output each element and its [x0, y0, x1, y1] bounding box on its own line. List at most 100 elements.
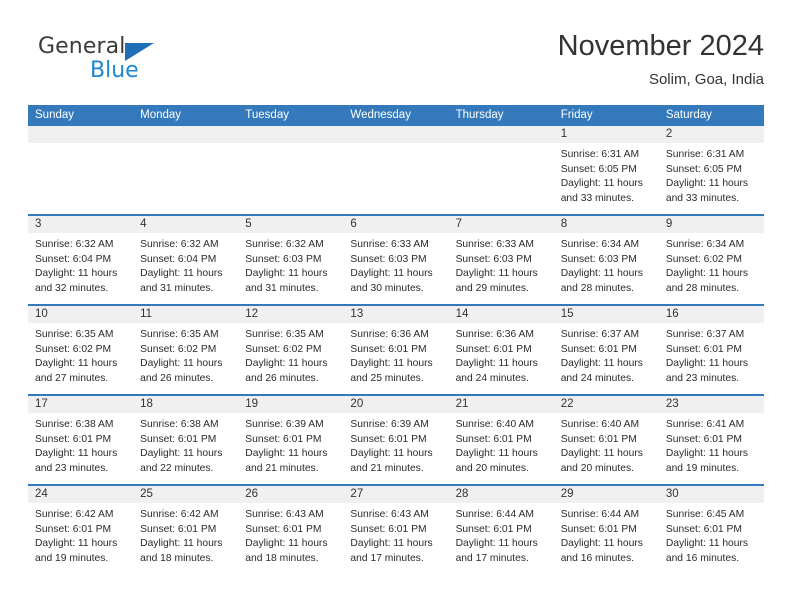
- daylight-text: Daylight: 11 hours and 20 minutes.: [560, 448, 643, 474]
- daylight-text: Daylight: 11 hours and 21 minutes.: [350, 448, 433, 474]
- calendar-day-cell[interactable]: 27 Sunrise: 6:43 AM Sunset: 6:01 PM Dayligh…: [343, 484, 449, 574]
- day-details: Sunrise: 6:36 AM Sunset: 6:01 PM Daylight:…: [343, 323, 448, 386]
- day-details: Sunrise: 6:32 AM Sunset: 6:03 PM Daylight:…: [238, 233, 343, 296]
- calendar-day-cell[interactable]: 22 Sunrise: 6:40 AM Sunset: 6:01 PM Dayligh…: [553, 394, 659, 485]
- day-details: Sunrise: 6:43 AM Sunset: 6:01 PM Daylight:…: [343, 503, 448, 566]
- day-number: 16: [658, 306, 764, 323]
- calendar-day-cell[interactable]: 1 Sunrise: 6:31 AM Sunset: 6:05 PM Daylight…: [553, 126, 659, 215]
- day-details: Sunrise: 6:35 AM Sunset: 6:02 PM Daylight:…: [28, 323, 133, 386]
- calendar-day-cell[interactable]: 10 Sunrise: 6:35 AM Sunset: 6:02 PM Dayligh…: [28, 304, 134, 395]
- day-details: Sunrise: 6:44 AM Sunset: 6:01 PM Daylight:…: [554, 503, 659, 566]
- calendar-day-cell[interactable]: 21 Sunrise: 6:40 AM Sunset: 6:01 PM Dayligh…: [448, 394, 554, 485]
- sunset-text: Sunset: 6:01 PM: [245, 433, 322, 445]
- calendar-empty-cell: [343, 126, 449, 215]
- daylight-text: Daylight: 11 hours and 20 minutes.: [455, 448, 538, 474]
- day-number: [448, 126, 554, 143]
- day-number: 6: [343, 216, 449, 233]
- calendar-day-cell[interactable]: 4 Sunrise: 6:32 AM Sunset: 6:04 PM Daylight…: [133, 214, 239, 305]
- sunset-text: Sunset: 6:01 PM: [35, 523, 112, 535]
- sunrise-text: Sunrise: 6:40 AM: [455, 419, 534, 430]
- sunrise-text: Sunrise: 6:35 AM: [140, 329, 219, 340]
- sunset-text: Sunset: 6:02 PM: [35, 343, 112, 355]
- daylight-text: Daylight: 11 hours and 22 minutes.: [140, 448, 223, 474]
- day-details: Sunrise: 6:33 AM Sunset: 6:03 PM Daylight:…: [449, 233, 554, 296]
- day-details: Sunrise: 6:36 AM Sunset: 6:01 PM Daylight:…: [449, 323, 554, 386]
- day-details: Sunrise: 6:45 AM Sunset: 6:01 PM Daylight:…: [659, 503, 764, 566]
- calendar-day-cell[interactable]: 13 Sunrise: 6:36 AM Sunset: 6:01 PM Dayligh…: [343, 304, 449, 395]
- weekday-header-tuesday: Tuesday: [238, 105, 344, 126]
- calendar-day-cell[interactable]: 28 Sunrise: 6:44 AM Sunset: 6:01 PM Dayligh…: [448, 484, 554, 574]
- logo-text-general: General: [38, 34, 126, 59]
- sunset-text: Sunset: 6:01 PM: [245, 523, 322, 535]
- calendar-day-cell[interactable]: 23 Sunrise: 6:41 AM Sunset: 6:01 PM Dayligh…: [658, 394, 764, 485]
- day-number: 7: [448, 216, 554, 233]
- day-number: [28, 126, 134, 143]
- day-number: [343, 126, 449, 143]
- calendar-day-cell[interactable]: 11 Sunrise: 6:35 AM Sunset: 6:02 PM Dayligh…: [133, 304, 239, 395]
- sunset-text: Sunset: 6:01 PM: [665, 433, 742, 445]
- sunset-text: Sunset: 6:01 PM: [350, 523, 427, 535]
- day-number: 9: [658, 216, 764, 233]
- calendar-week-row: 24 Sunrise: 6:42 AM Sunset: 6:01 PM Dayligh…: [28, 484, 764, 574]
- calendar-day-cell[interactable]: 5 Sunrise: 6:32 AM Sunset: 6:03 PM Daylight…: [238, 214, 344, 305]
- daylight-text: Daylight: 11 hours and 17 minutes.: [350, 538, 433, 564]
- calendar-day-cell[interactable]: 20 Sunrise: 6:39 AM Sunset: 6:01 PM Dayligh…: [343, 394, 449, 485]
- sunset-text: Sunset: 6:01 PM: [455, 433, 532, 445]
- calendar-day-cell[interactable]: 7 Sunrise: 6:33 AM Sunset: 6:03 PM Daylight…: [448, 214, 554, 305]
- calendar-body: 1 Sunrise: 6:31 AM Sunset: 6:05 PM Daylight…: [28, 126, 764, 574]
- day-details: Sunrise: 6:39 AM Sunset: 6:01 PM Daylight:…: [343, 413, 448, 476]
- day-details: Sunrise: 6:35 AM Sunset: 6:02 PM Daylight:…: [238, 323, 343, 386]
- day-details: Sunrise: 6:40 AM Sunset: 6:01 PM Daylight:…: [449, 413, 554, 476]
- sunset-text: Sunset: 6:01 PM: [350, 433, 427, 445]
- day-number: 13: [343, 306, 449, 323]
- sunset-text: Sunset: 6:01 PM: [140, 523, 217, 535]
- calendar-day-cell[interactable]: 16 Sunrise: 6:37 AM Sunset: 6:01 PM Dayligh…: [658, 304, 764, 395]
- sunset-text: Sunset: 6:02 PM: [665, 253, 742, 265]
- calendar-day-cell[interactable]: 9 Sunrise: 6:34 AM Sunset: 6:02 PM Daylight…: [658, 214, 764, 305]
- sunset-text: Sunset: 6:04 PM: [35, 253, 112, 265]
- calendar-day-cell[interactable]: 17 Sunrise: 6:38 AM Sunset: 6:01 PM Dayligh…: [28, 394, 134, 485]
- sunrise-text: Sunrise: 6:39 AM: [245, 419, 324, 430]
- logo-text-blue: Blue: [90, 58, 139, 83]
- calendar-day-cell[interactable]: 2 Sunrise: 6:31 AM Sunset: 6:05 PM Daylight…: [658, 126, 764, 215]
- sunrise-text: Sunrise: 6:43 AM: [350, 509, 429, 520]
- sunrise-text: Sunrise: 6:34 AM: [665, 239, 745, 250]
- general-blue-logo[interactable]: General Blue: [28, 34, 268, 90]
- calendar-day-cell[interactable]: 14 Sunrise: 6:36 AM Sunset: 6:01 PM Dayligh…: [448, 304, 554, 395]
- calendar-day-cell[interactable]: 24 Sunrise: 6:42 AM Sunset: 6:01 PM Dayligh…: [28, 484, 134, 574]
- daylight-text: Daylight: 11 hours and 21 minutes.: [245, 448, 328, 474]
- daylight-text: Daylight: 11 hours and 24 minutes.: [560, 358, 643, 384]
- day-number: [133, 126, 239, 143]
- weekday-header-friday: Friday: [553, 105, 659, 126]
- daylight-text: Daylight: 11 hours and 28 minutes.: [665, 268, 749, 294]
- sunrise-text: Sunrise: 6:35 AM: [245, 329, 324, 340]
- calendar-day-cell[interactable]: 19 Sunrise: 6:39 AM Sunset: 6:01 PM Dayligh…: [238, 394, 344, 485]
- daylight-text: Daylight: 11 hours and 32 minutes.: [35, 268, 118, 294]
- calendar-day-cell[interactable]: 6 Sunrise: 6:33 AM Sunset: 6:03 PM Daylight…: [343, 214, 449, 305]
- calendar-day-cell[interactable]: 8 Sunrise: 6:34 AM Sunset: 6:03 PM Daylight…: [553, 214, 659, 305]
- sunset-text: Sunset: 6:02 PM: [140, 343, 217, 355]
- daylight-text: Daylight: 11 hours and 18 minutes.: [245, 538, 328, 564]
- sunset-text: Sunset: 6:01 PM: [560, 343, 637, 355]
- calendar-day-cell[interactable]: 26 Sunrise: 6:43 AM Sunset: 6:01 PM Dayligh…: [238, 484, 344, 574]
- daylight-text: Daylight: 11 hours and 18 minutes.: [140, 538, 223, 564]
- sunset-text: Sunset: 6:01 PM: [455, 343, 532, 355]
- day-number: 11: [133, 306, 239, 323]
- calendar-day-cell[interactable]: 3 Sunrise: 6:32 AM Sunset: 6:04 PM Daylight…: [28, 214, 134, 305]
- sunrise-text: Sunrise: 6:45 AM: [665, 509, 745, 520]
- calendar-day-cell[interactable]: 15 Sunrise: 6:37 AM Sunset: 6:01 PM Dayligh…: [553, 304, 659, 395]
- calendar-day-cell[interactable]: 30 Sunrise: 6:45 AM Sunset: 6:01 PM Dayligh…: [658, 484, 764, 574]
- calendar-day-cell[interactable]: 29 Sunrise: 6:44 AM Sunset: 6:01 PM Dayligh…: [553, 484, 659, 574]
- calendar-day-cell[interactable]: 12 Sunrise: 6:35 AM Sunset: 6:02 PM Dayligh…: [238, 304, 344, 395]
- sunrise-text: Sunrise: 6:43 AM: [245, 509, 324, 520]
- sunrise-text: Sunrise: 6:34 AM: [560, 239, 640, 250]
- calendar-day-cell[interactable]: 25 Sunrise: 6:42 AM Sunset: 6:01 PM Dayligh…: [133, 484, 239, 574]
- day-number: 3: [28, 216, 134, 233]
- calendar-day-cell[interactable]: 18 Sunrise: 6:38 AM Sunset: 6:01 PM Dayligh…: [133, 394, 239, 485]
- sunset-text: Sunset: 6:01 PM: [140, 433, 217, 445]
- daylight-text: Daylight: 11 hours and 28 minutes.: [560, 268, 643, 294]
- daylight-text: Daylight: 11 hours and 19 minutes.: [665, 448, 749, 474]
- daylight-text: Daylight: 11 hours and 33 minutes.: [560, 178, 643, 204]
- day-details: Sunrise: 6:38 AM Sunset: 6:01 PM Daylight:…: [133, 413, 238, 476]
- sunrise-text: Sunrise: 6:37 AM: [665, 329, 745, 340]
